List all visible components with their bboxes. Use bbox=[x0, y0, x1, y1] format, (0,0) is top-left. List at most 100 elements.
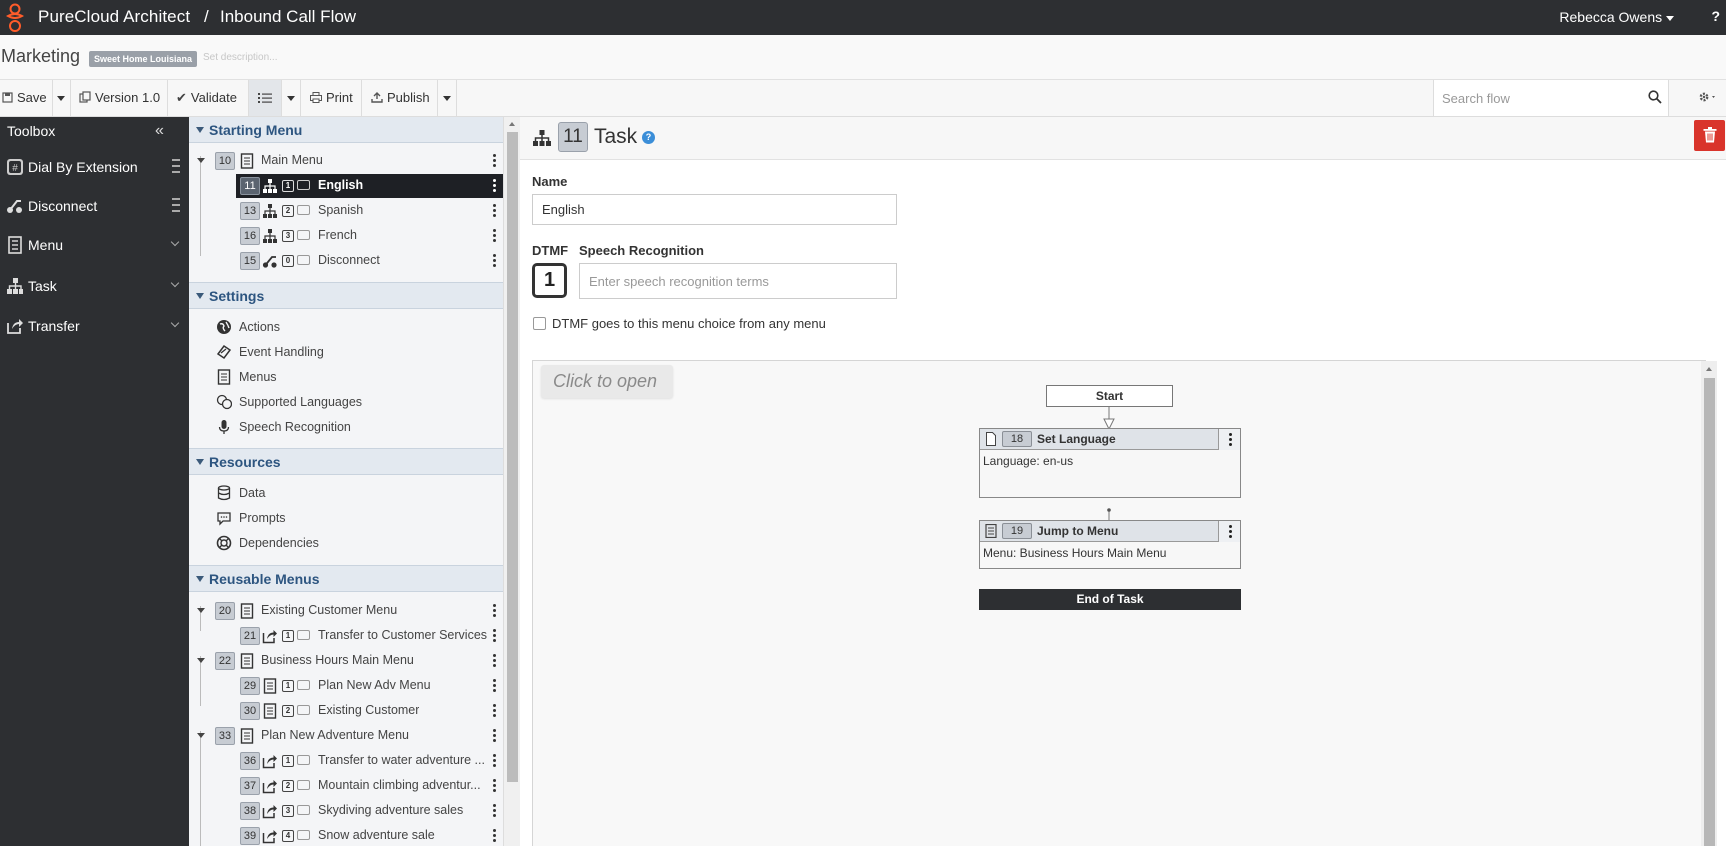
save-options-caret-icon[interactable] bbox=[57, 96, 65, 101]
task-preview-canvas[interactable]: Click to open Start 18 Set Language Lang… bbox=[532, 360, 1717, 846]
task-name-input[interactable] bbox=[532, 194, 897, 225]
kebab-menu-icon[interactable] bbox=[493, 654, 496, 668]
any-menu-checkbox[interactable] bbox=[533, 317, 546, 330]
tree-row-french[interactable]: 16 3 French bbox=[189, 224, 503, 248]
kebab-menu-icon[interactable] bbox=[493, 829, 496, 843]
kebab-menu-icon[interactable] bbox=[493, 679, 496, 693]
kebab-menu-icon[interactable] bbox=[493, 704, 496, 718]
scroll-up-arrow-icon[interactable] bbox=[1706, 367, 1712, 371]
tree-row-plan-new-adventure-menu[interactable]: 33 Plan New Adventure Menu bbox=[189, 724, 503, 748]
description-field[interactable]: Set description... bbox=[203, 52, 277, 63]
section-settings[interactable]: Settings bbox=[189, 282, 503, 309]
section-resources[interactable]: Resources bbox=[189, 448, 503, 475]
tree-row-disconnect[interactable]: 15 0 Disconnect bbox=[189, 249, 503, 273]
chevron-down-icon[interactable] bbox=[170, 237, 180, 247]
toolbox-item-disconnect[interactable]: Disconnect bbox=[0, 191, 189, 221]
resources-item-data[interactable]: Data bbox=[189, 481, 503, 505]
collapse-toolbox-icon[interactable]: « bbox=[155, 122, 164, 140]
jump-to-menu-node[interactable]: 19 Jump to Menu Menu: Business Hours Mai… bbox=[979, 520, 1241, 569]
user-menu[interactable]: Rebecca Owens bbox=[1559, 9, 1674, 25]
settings-item-actions[interactable]: Actions bbox=[189, 315, 503, 339]
canvas-scrollbar[interactable] bbox=[1701, 361, 1717, 846]
tree-row-transfer-to-water-adventure[interactable]: 36 1 Transfer to water adventure ... bbox=[189, 749, 503, 773]
settings-menu[interactable] bbox=[1698, 90, 1718, 107]
tree-row-business-hours-main-menu[interactable]: 22 Business Hours Main Menu bbox=[189, 649, 503, 673]
settings-item-supported-languages[interactable]: Supported Languages bbox=[189, 390, 503, 414]
caret-down-icon bbox=[1666, 15, 1674, 21]
any-menu-checkbox-label[interactable]: DTMF goes to this menu choice from any m… bbox=[552, 316, 826, 331]
settings-item-menus[interactable]: Menus bbox=[189, 365, 503, 389]
kebab-menu-icon[interactable] bbox=[493, 779, 496, 793]
transfer-icon bbox=[262, 805, 277, 819]
kebab-menu-icon[interactable] bbox=[1218, 521, 1240, 542]
kebab-menu-icon[interactable] bbox=[493, 254, 496, 268]
help-icon[interactable]: ? bbox=[642, 131, 655, 144]
help-icon[interactable]: ? bbox=[1711, 8, 1720, 24]
purecloud-logo-icon[interactable] bbox=[4, 3, 26, 33]
search-icon[interactable] bbox=[1648, 90, 1662, 104]
expand-triangle-icon[interactable] bbox=[197, 608, 205, 613]
scrollbar-thumb[interactable] bbox=[1704, 378, 1715, 846]
list-view-button[interactable] bbox=[249, 80, 281, 116]
tree-row-transfer-to-customer-services[interactable]: 21 1 Transfer to Customer Services bbox=[189, 624, 503, 648]
speech-recognition-input[interactable] bbox=[579, 263, 897, 299]
toolbox-item-transfer[interactable]: Transfer bbox=[0, 311, 189, 341]
resources-item-prompts[interactable]: Prompts bbox=[189, 506, 503, 530]
toolbox-item-dial-by-extension[interactable]: # Dial By Extension bbox=[0, 152, 189, 182]
expand-triangle-icon[interactable] bbox=[197, 733, 205, 738]
tree-row-plan-new-adv-menu[interactable]: 29 1 Plan New Adv Menu bbox=[189, 674, 503, 698]
expand-triangle-icon[interactable] bbox=[197, 658, 205, 663]
speech-bubble-icon bbox=[297, 830, 310, 840]
drag-grip-icon[interactable] bbox=[172, 159, 180, 173]
tree-row-english[interactable]: 11 1 English bbox=[189, 174, 503, 198]
delete-task-button[interactable] bbox=[1694, 120, 1725, 151]
chevron-down-icon[interactable] bbox=[170, 278, 180, 288]
section-starting-menu[interactable]: Starting Menu bbox=[189, 117, 503, 143]
kebab-menu-icon[interactable] bbox=[493, 804, 496, 818]
drag-grip-icon[interactable] bbox=[172, 198, 180, 212]
nav-scrollbar[interactable] bbox=[503, 117, 520, 846]
node-title: Set Language bbox=[1037, 432, 1116, 446]
toolbox-item-task[interactable]: Task bbox=[0, 271, 189, 301]
kebab-menu-icon[interactable] bbox=[493, 204, 496, 218]
publish-options-caret-icon[interactable] bbox=[443, 96, 451, 101]
settings-item-speech-recognition[interactable]: Speech Recognition bbox=[189, 415, 503, 439]
kebab-menu-icon[interactable] bbox=[493, 229, 496, 243]
kebab-menu-icon[interactable] bbox=[493, 629, 496, 643]
tree-row-main-menu[interactable]: 10 Main Menu bbox=[189, 149, 503, 173]
chevron-down-icon[interactable] bbox=[170, 318, 180, 328]
tree-row-skydiving-adventure-sales[interactable]: 38 3 Skydiving adventure sales bbox=[189, 799, 503, 823]
dtmf-digit-selector[interactable]: 1 bbox=[532, 263, 567, 298]
publish-button[interactable]: Publish bbox=[371, 80, 430, 116]
toolbox-item-menu[interactable]: Menu bbox=[0, 230, 189, 260]
section-reusable-menus[interactable]: Reusable Menus bbox=[189, 565, 503, 592]
resources-item-dependencies[interactable]: Dependencies bbox=[189, 531, 503, 555]
search-input[interactable] bbox=[1442, 89, 1632, 107]
version-button[interactable]: Version 1.0 bbox=[79, 80, 160, 116]
validate-button[interactable]: ✔ Validate bbox=[176, 80, 237, 116]
expand-triangle-icon[interactable] bbox=[197, 158, 205, 163]
kebab-menu-icon[interactable] bbox=[493, 604, 496, 618]
print-button[interactable]: Print bbox=[310, 80, 353, 116]
kebab-menu-icon[interactable] bbox=[1218, 429, 1240, 450]
view-options-caret-icon[interactable] bbox=[287, 96, 295, 101]
kebab-menu-icon[interactable] bbox=[493, 154, 496, 168]
flow-name[interactable]: Marketing bbox=[1, 46, 80, 67]
settings-item-event-handling[interactable]: Event Handling bbox=[189, 340, 503, 364]
scrollbar-thumb[interactable] bbox=[507, 132, 518, 782]
tree-row-mountain-climbing-adventure[interactable]: 37 2 Mountain climbing adventur... bbox=[189, 774, 503, 798]
tree-row-existing-customer-menu[interactable]: 20 Existing Customer Menu bbox=[189, 599, 503, 623]
tree-row-spanish[interactable]: 13 2 Spanish bbox=[189, 199, 503, 223]
set-language-node[interactable]: 18 Set Language Language: en-us bbox=[979, 428, 1241, 498]
tree-row-snow-adventure-sale[interactable]: 39 4 Snow adventure sale bbox=[189, 824, 503, 846]
toolbar-divider bbox=[52, 80, 53, 116]
tree-row-label: Skydiving adventure sales bbox=[318, 803, 464, 817]
kebab-menu-icon[interactable] bbox=[493, 729, 496, 743]
kebab-menu-icon[interactable] bbox=[493, 754, 496, 768]
kebab-menu-icon[interactable] bbox=[493, 179, 496, 193]
save-button[interactable]: Save bbox=[2, 80, 47, 116]
scroll-up-arrow-icon[interactable] bbox=[509, 122, 515, 126]
flow-start-node[interactable]: Start bbox=[1046, 385, 1173, 407]
task-title: Task bbox=[594, 125, 638, 148]
tree-row-existing-customer[interactable]: 30 2 Existing Customer bbox=[189, 699, 503, 723]
